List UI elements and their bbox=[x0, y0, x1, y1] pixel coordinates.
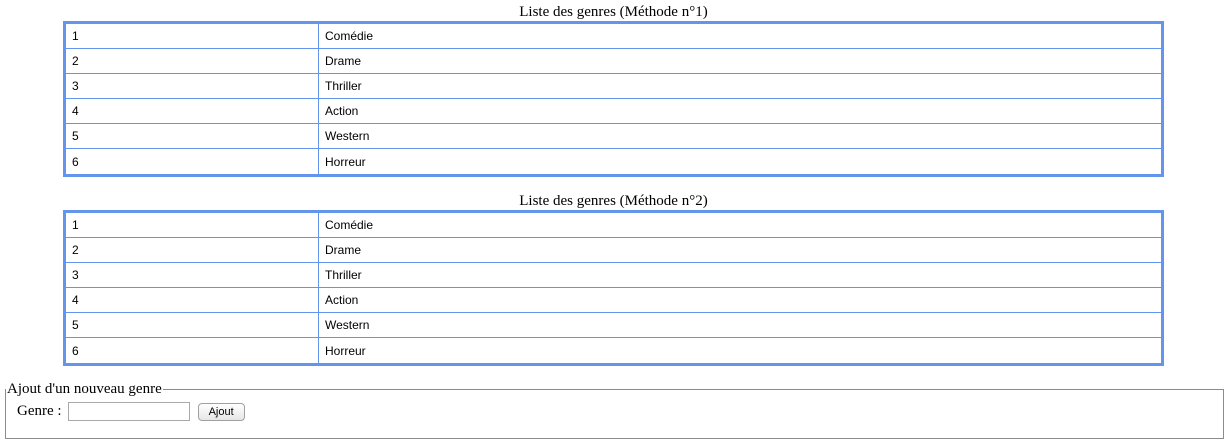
genre-id-cell: 4 bbox=[66, 99, 319, 124]
genre-form-row: Genre : Ajout bbox=[17, 402, 1223, 421]
genre-id-cell: 1 bbox=[66, 24, 319, 49]
genre-list-caption: Liste des genres (Méthode n°1) bbox=[519, 4, 708, 20]
genre-id-cell: 6 bbox=[66, 338, 319, 363]
genre-id-cell: 4 bbox=[66, 288, 319, 313]
table-row: 6 Horreur bbox=[66, 338, 1161, 363]
add-genre-button[interactable]: Ajout bbox=[197, 402, 245, 421]
genre-id-cell: 3 bbox=[66, 263, 319, 288]
genre-id-cell: 6 bbox=[66, 149, 319, 174]
genre-list-method-1: Liste des genres (Méthode n°1) 1 Comédie … bbox=[63, 3, 1164, 177]
genre-name-cell: Western bbox=[319, 313, 1161, 338]
genre-id-cell: 1 bbox=[66, 213, 319, 238]
genre-name-cell: Western bbox=[319, 124, 1161, 149]
genre-name-cell: Thriller bbox=[319, 74, 1161, 99]
genre-name-cell: Action bbox=[319, 288, 1161, 313]
table-row: 5 Western bbox=[66, 313, 1161, 338]
table-row: 5 Western bbox=[66, 124, 1161, 149]
table-row: 2 Drame bbox=[66, 49, 1161, 74]
table-row: 2 Drame bbox=[66, 238, 1161, 263]
genre-name-cell: Horreur bbox=[325, 154, 366, 169]
table-row: 3 Thriller bbox=[66, 74, 1161, 99]
genre-name-cell: Comédie bbox=[319, 24, 1161, 49]
table-row: 4 Action bbox=[66, 288, 1161, 313]
add-genre-form: Ajout d'un nouveau genre Genre : Ajout bbox=[5, 381, 1224, 439]
genre-list-method-2: Liste des genres (Méthode n°2) 1 Comédie … bbox=[63, 192, 1164, 366]
genre-label: Genre : bbox=[17, 403, 62, 419]
genre-table: 1 Comédie 2 Drame 3 Thriller 4 Action 5 Weste… bbox=[63, 210, 1164, 366]
genre-name-cell: Comédie bbox=[319, 213, 1161, 238]
table-row: 3 Thriller bbox=[66, 263, 1161, 288]
table-row: 1 Comédie bbox=[66, 24, 1161, 49]
genre-name-cell: Drame bbox=[319, 49, 1161, 74]
genre-id-cell: 5 bbox=[66, 313, 319, 338]
table-row: 6 Horreur bbox=[66, 149, 1161, 174]
add-genre-legend: Ajout d'un nouveau genre bbox=[7, 381, 162, 397]
genre-name-cell: Horreur bbox=[325, 343, 366, 358]
genre-name-cell: Action bbox=[319, 99, 1161, 124]
genre-name-cell: Thriller bbox=[319, 263, 1161, 288]
genre-id-cell: 2 bbox=[66, 238, 319, 263]
table-row: 1 Comédie bbox=[66, 213, 1161, 238]
genre-table: 1 Comédie 2 Drame 3 Thriller 4 Action 5 Weste… bbox=[63, 21, 1164, 177]
genre-id-cell: 5 bbox=[66, 124, 319, 149]
genre-name-cell: Drame bbox=[319, 238, 1161, 263]
genre-id-cell: 3 bbox=[66, 74, 319, 99]
table-row: 4 Action bbox=[66, 99, 1161, 124]
genre-input[interactable] bbox=[67, 402, 190, 421]
genre-id-cell: 2 bbox=[66, 49, 319, 74]
genre-list-caption: Liste des genres (Méthode n°2) bbox=[519, 193, 708, 209]
